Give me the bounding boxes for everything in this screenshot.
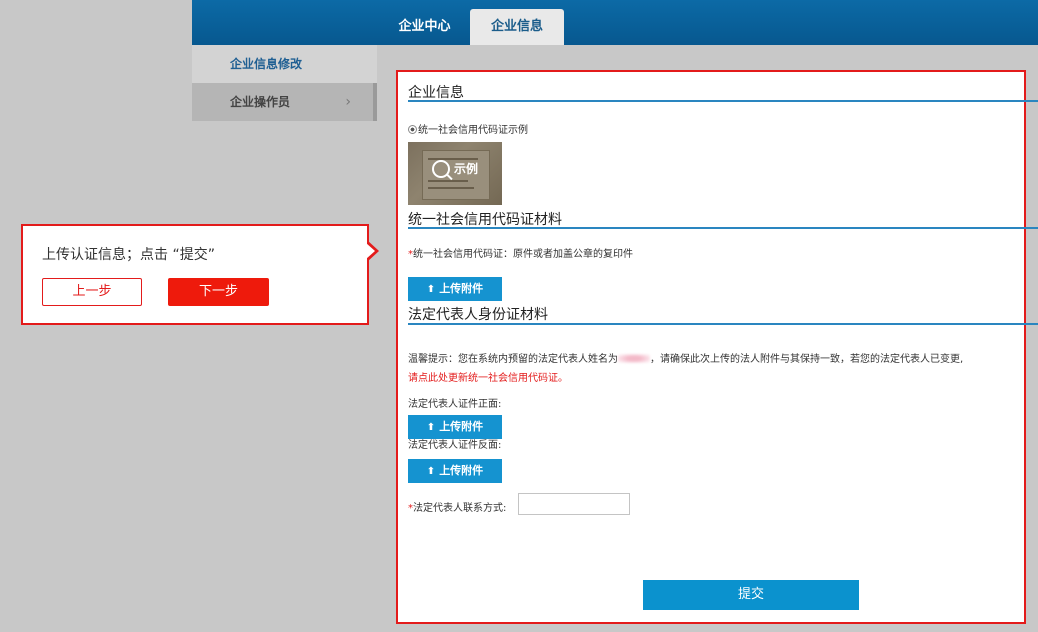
redacted-name	[618, 354, 650, 363]
credit-code-field-label: *统一社会信用代码证：原件或者加盖公章的复印件	[408, 245, 633, 260]
sidebar-item-operators[interactable]: 企业操作员 ›	[192, 83, 377, 121]
update-credit-code-link[interactable]: 请点此处更新统一社会信用代码证。	[408, 373, 568, 384]
upload-button-label: 上传附件	[439, 464, 484, 477]
upload-button-label: 上传附件	[439, 282, 484, 295]
id-back-label: 法定代表人证件反面:	[408, 440, 502, 451]
example-radio-option[interactable]: 统一社会信用代码证示例	[408, 121, 528, 136]
section-title-legal-rep: 法定代表人身份证材料	[408, 307, 548, 323]
contact-field-label: *法定代表人联系方式:	[408, 499, 506, 514]
callout-instruction-text: 上传认证信息；点击 “提交”	[42, 247, 215, 263]
guide-callout: 上传认证信息；点击 “提交” 上一步 下一步	[21, 224, 369, 325]
sidebar-item-label: 企业操作员	[230, 95, 291, 109]
prev-step-button[interactable]: 上一步	[42, 278, 142, 306]
credit-code-example-image[interactable]: 示例	[408, 142, 502, 205]
section-divider	[408, 227, 1038, 229]
contact-label-text: 法定代表人联系方式:	[413, 503, 507, 514]
tab-enterprise-info[interactable]: 企业信息	[470, 9, 564, 45]
next-step-button[interactable]: 下一步	[168, 278, 269, 306]
notice-suffix: ，请确保此次上传的法人附件与其保持一致，若您的法定代表人已变更,	[650, 354, 964, 365]
enterprise-info-form-panel: 企业信息 统一社会信用代码证示例 示例 统一社会信用代码证材料 *统一社会信用代…	[396, 70, 1038, 624]
upload-button-label: 上传附件	[439, 420, 484, 433]
example-radio-label: 统一社会信用代码证示例	[418, 125, 528, 136]
notice-text: 温馨提示：您在系统内预留的法定代表人姓名为 ，请确保此次上传的法人附件与其保持一致…	[408, 350, 1014, 388]
example-label: 示例	[454, 162, 479, 176]
sidebar-item-label: 企业信息修改	[230, 57, 303, 71]
section-divider	[408, 323, 1038, 325]
tab-enterprise-center[interactable]: 企业中心	[382, 9, 467, 45]
upload-icon: ⬆	[426, 284, 436, 295]
upload-credit-code-button[interactable]: ⬆ 上传附件	[408, 277, 502, 301]
radio-icon[interactable]	[408, 125, 417, 134]
section-divider	[408, 100, 1038, 102]
id-front-label: 法定代表人证件正面:	[408, 399, 502, 410]
notice-prefix: 温馨提示：您在系统内预留的法定代表人姓名为	[408, 354, 618, 365]
upload-id-back-button[interactable]: ⬆ 上传附件	[408, 459, 502, 483]
sidebar-item-edit-info[interactable]: 企业信息修改	[192, 45, 377, 83]
section-title-enterprise-info: 企业信息	[408, 85, 464, 101]
submit-button[interactable]: 提交	[643, 580, 859, 610]
section-title-credit-code: 统一社会信用代码证材料	[408, 212, 562, 228]
callout-arrow-fill	[366, 243, 375, 259]
credit-code-label-text: 统一社会信用代码证：原件或者加盖公章的复印件	[413, 249, 633, 260]
chevron-right-icon: ›	[345, 94, 351, 110]
upload-icon: ⬆	[426, 466, 436, 477]
contact-input[interactable]	[518, 493, 630, 515]
top-nav-bar: 企业中心 企业信息	[192, 0, 1038, 45]
